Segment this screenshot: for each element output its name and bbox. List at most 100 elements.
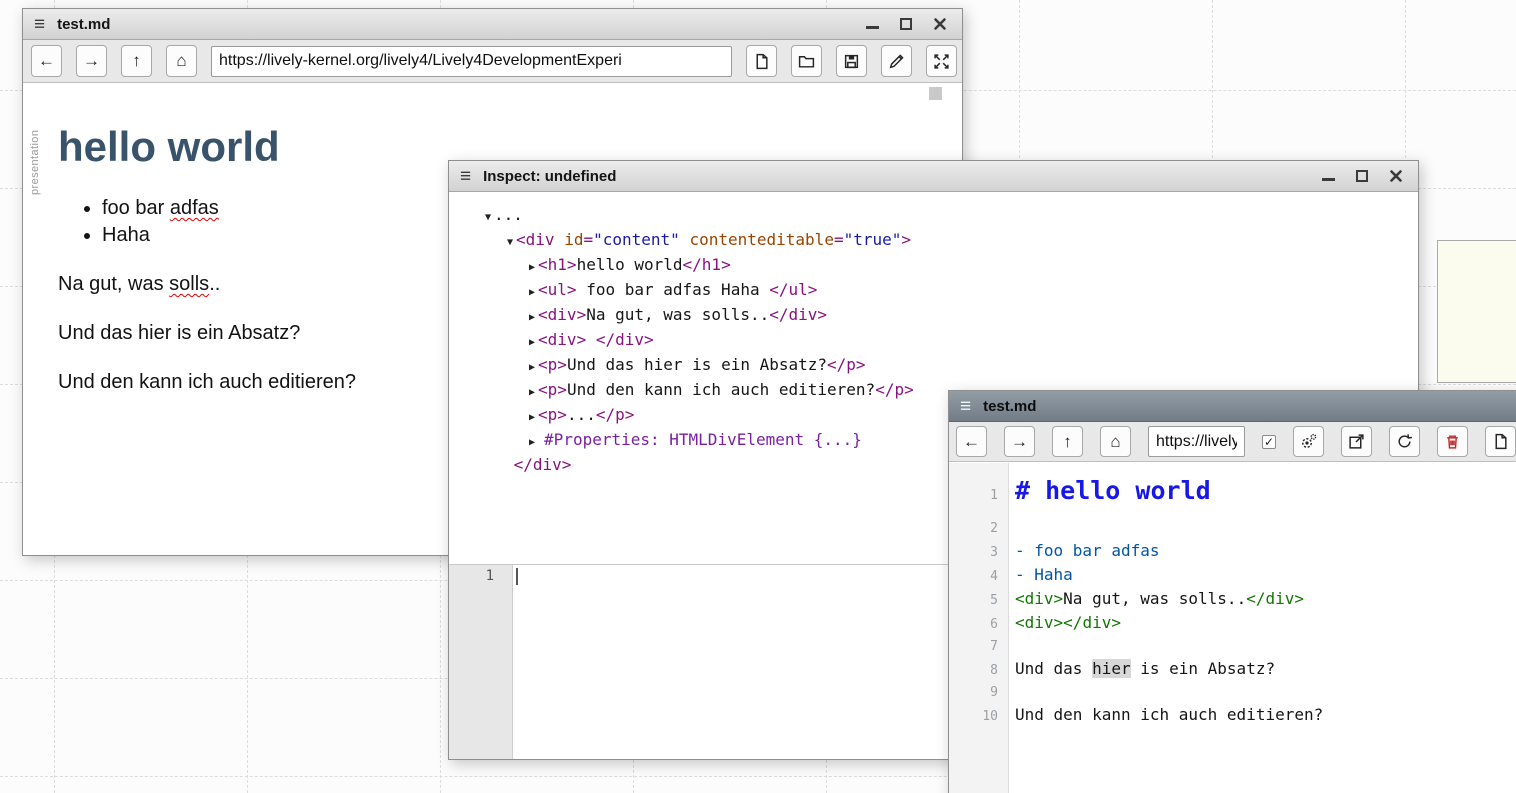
back-button[interactable]: ← [956,426,987,457]
open-folder-button[interactable] [791,45,822,77]
syntax-segment: > [901,230,911,249]
disclosure-triangle-icon[interactable]: ▶ [529,337,535,348]
disclosure-triangle-icon[interactable]: ▶ [529,412,535,423]
syntax-segment: </ul> [769,280,817,299]
dom-tree-node[interactable]: ▼... [485,204,1410,229]
menu-icon[interactable]: ≡ [960,397,971,416]
toolbar-checkbox[interactable]: ✓ [1262,435,1276,449]
syntax-segment: </p> [875,380,914,399]
titlebar[interactable]: ≡ test.md [949,391,1516,422]
line-number: 9 [949,682,1009,704]
close-button[interactable] [1388,168,1404,184]
window-title: Inspect: undefined [483,168,616,185]
disclosure-triangle-icon[interactable]: ▶ [529,287,535,298]
maximize-button[interactable] [898,16,914,32]
minimize-button[interactable] [864,16,880,32]
window-controls [864,16,951,32]
line-number: 6 [949,614,1009,636]
syntax-segment: <p> [538,380,567,399]
line-number: 5 [949,590,1009,612]
settings-button[interactable] [1293,426,1324,457]
editor-line[interactable]: 8Und das hier is ein Absatz? [949,658,1516,682]
scrollbar-nub[interactable] [929,87,942,100]
code-line-text: <div></div> [1009,612,1121,634]
external-link-icon [1348,433,1365,450]
dom-tree-node[interactable]: ▼<div id="content" contenteditable="true… [485,229,1410,254]
menu-icon[interactable]: ≡ [34,15,45,34]
edit-button[interactable] [881,45,912,77]
dom-tree-node[interactable]: ▶<ul> foo bar adfas Haha </ul> [485,279,1410,304]
disclosure-triangle-icon[interactable]: ▶ [529,262,535,273]
url-input[interactable] [1148,426,1245,457]
markdown-source-editor[interactable]: 1# hello world23- foo bar adfas4- Haha5<… [949,463,1516,793]
syntax-segment: = [583,230,593,249]
md-text: .. [209,273,220,295]
titlebar[interactable]: ≡ test.md [23,9,962,40]
titlebar[interactable]: ≡ Inspect: undefined [449,161,1418,192]
up-button[interactable]: ↑ [1052,426,1083,457]
forward-button[interactable]: → [76,45,107,77]
editor-line[interactable]: 1# hello world [949,469,1516,518]
editor-line[interactable]: 5<div>Na gut, was solls..</div> [949,588,1516,612]
back-button[interactable]: ← [31,45,62,77]
editor-line[interactable]: 3 - foo bar adfas [949,540,1516,564]
syntax-segment: <div> [1015,613,1063,632]
disclosure-triangle-icon[interactable]: ▼ [485,212,491,223]
editor-line[interactable]: 10Und den kann ich auch editieren? [949,704,1516,728]
home-button[interactable]: ⌂ [1100,426,1131,457]
dom-tree-node[interactable]: ▶<div>Na gut, was solls..</div> [485,304,1410,329]
syntax-segment: </p> [596,405,635,424]
minimize-icon [1322,178,1335,181]
open-external-button[interactable] [1341,426,1372,457]
forward-button[interactable]: → [1004,426,1035,457]
line-number-gutter: 1 [449,565,513,759]
up-button[interactable]: ↑ [121,45,152,77]
line-number: 3 [949,542,1009,564]
disclosure-triangle-icon[interactable]: ▶ [529,387,535,398]
line-number: 1 [486,568,494,584]
disclosure-triangle-icon[interactable]: ▶ [529,362,535,373]
minimize-button[interactable] [1320,168,1336,184]
syntax-segment: </div> [514,455,572,474]
editor-line[interactable]: 6<div></div> [949,612,1516,636]
dom-tree-node[interactable]: ▶<p>Und das hier is ein Absatz?</p> [485,354,1410,379]
new-file-button[interactable] [746,45,777,77]
dom-tree-node[interactable]: ▶<div> </div> [485,329,1410,354]
expand-button[interactable] [926,45,957,77]
window-title: test.md [983,398,1036,415]
syntax-segment: foo bar adfas Haha [577,280,770,299]
syntax-segment: <p> [538,405,567,424]
syntax-segment: Und das hier is ein Absatz? [567,355,827,374]
code-line-text: Und das hier is ein Absatz? [1009,658,1275,680]
disclosure-triangle-icon[interactable]: ▶ [529,437,541,448]
syntax-segment: ... [494,205,523,224]
refresh-icon [1396,433,1413,450]
editor-line[interactable]: 9 [949,682,1516,704]
home-button[interactable]: ⌂ [166,45,197,77]
dom-tree-node[interactable]: ▶<h1>hello world</h1> [485,254,1410,279]
save-icon [843,53,860,70]
editor-line[interactable]: 2 [949,518,1516,540]
new-file-icon [753,53,770,70]
close-button[interactable] [932,16,948,32]
line-number: 10 [949,706,1009,728]
presentation-label: presentation [29,130,41,195]
save-button[interactable] [836,45,867,77]
background-window-fragment [1437,240,1516,383]
syntax-segment: hello world [577,255,683,274]
gears-icon [1300,433,1317,450]
disclosure-triangle-icon[interactable]: ▶ [529,312,535,323]
delete-button[interactable] [1437,426,1468,457]
new-file-button[interactable] [1485,426,1516,457]
editor-line[interactable]: 4- Haha [949,564,1516,588]
md-text: foo bar [102,197,170,219]
disclosure-triangle-icon[interactable]: ▼ [507,237,513,248]
minimize-icon [866,26,879,29]
syntax-segment: - foo bar adfas [1015,541,1160,560]
editor-line[interactable]: 7 [949,636,1516,658]
menu-icon[interactable]: ≡ [460,167,471,186]
reload-button[interactable] [1389,426,1420,457]
maximize-button[interactable] [1354,168,1370,184]
syntax-segment: </div> [1246,589,1304,608]
url-input[interactable] [211,46,732,77]
